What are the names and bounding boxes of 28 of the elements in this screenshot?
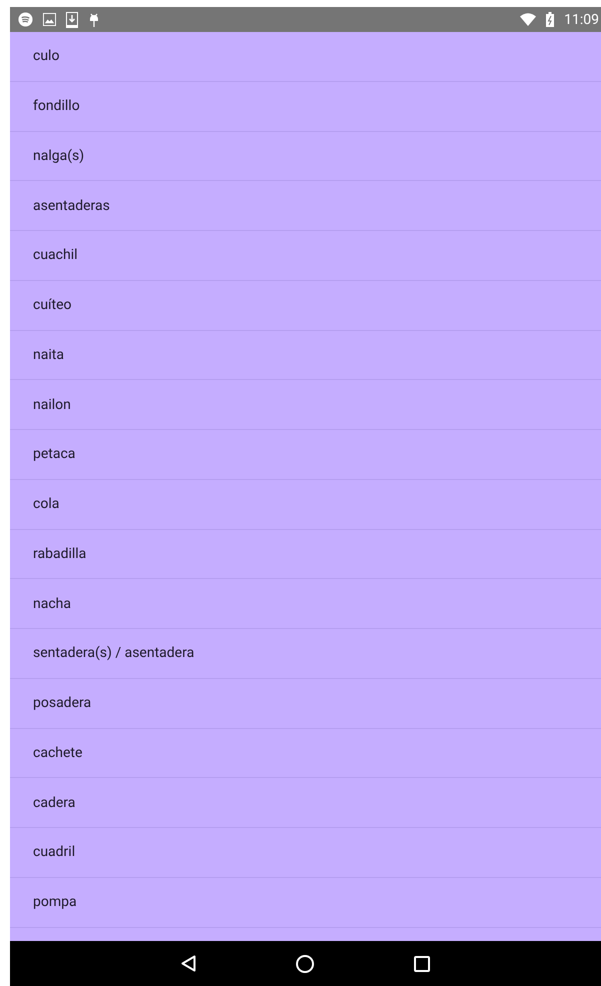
list-item[interactable]: cuíteo <box>33 297 72 314</box>
list-item[interactable]: nacha <box>33 596 72 612</box>
recents-icon[interactable] <box>414 956 430 972</box>
android-icon <box>88 12 100 28</box>
battery-icon <box>546 12 554 27</box>
list-item[interactable]: cola <box>33 496 60 512</box>
list-item[interactable]: sentadera(s) / asentadera <box>33 645 194 662</box>
list-item[interactable]: cuadril <box>33 844 76 860</box>
music-app-icon <box>18 12 33 27</box>
list-item[interactable]: cachete <box>33 744 82 761</box>
list-item[interactable]: cadera <box>33 794 76 811</box>
list-item[interactable]: nailon <box>33 396 71 413</box>
list-item[interactable]: nalga(s) <box>33 148 84 164</box>
home-icon[interactable] <box>296 954 314 972</box>
list-item[interactable]: fondillo <box>33 98 80 114</box>
list-item[interactable]: cuachil <box>33 247 78 264</box>
clock-time: 11:09 <box>564 12 599 28</box>
list-item[interactable]: naita <box>33 346 64 363</box>
list-item[interactable]: posadera <box>33 695 92 712</box>
back-icon[interactable] <box>181 955 196 972</box>
list-item[interactable]: rabadilla <box>33 546 86 562</box>
wifi-icon <box>520 13 536 26</box>
download-icon <box>66 12 78 28</box>
image-icon <box>43 13 56 26</box>
list-item[interactable]: pompa <box>33 894 77 910</box>
list-item[interactable]: culo <box>33 48 60 64</box>
list-item[interactable]: asentaderas <box>33 198 110 214</box>
list-item[interactable]: petaca <box>33 446 76 462</box>
